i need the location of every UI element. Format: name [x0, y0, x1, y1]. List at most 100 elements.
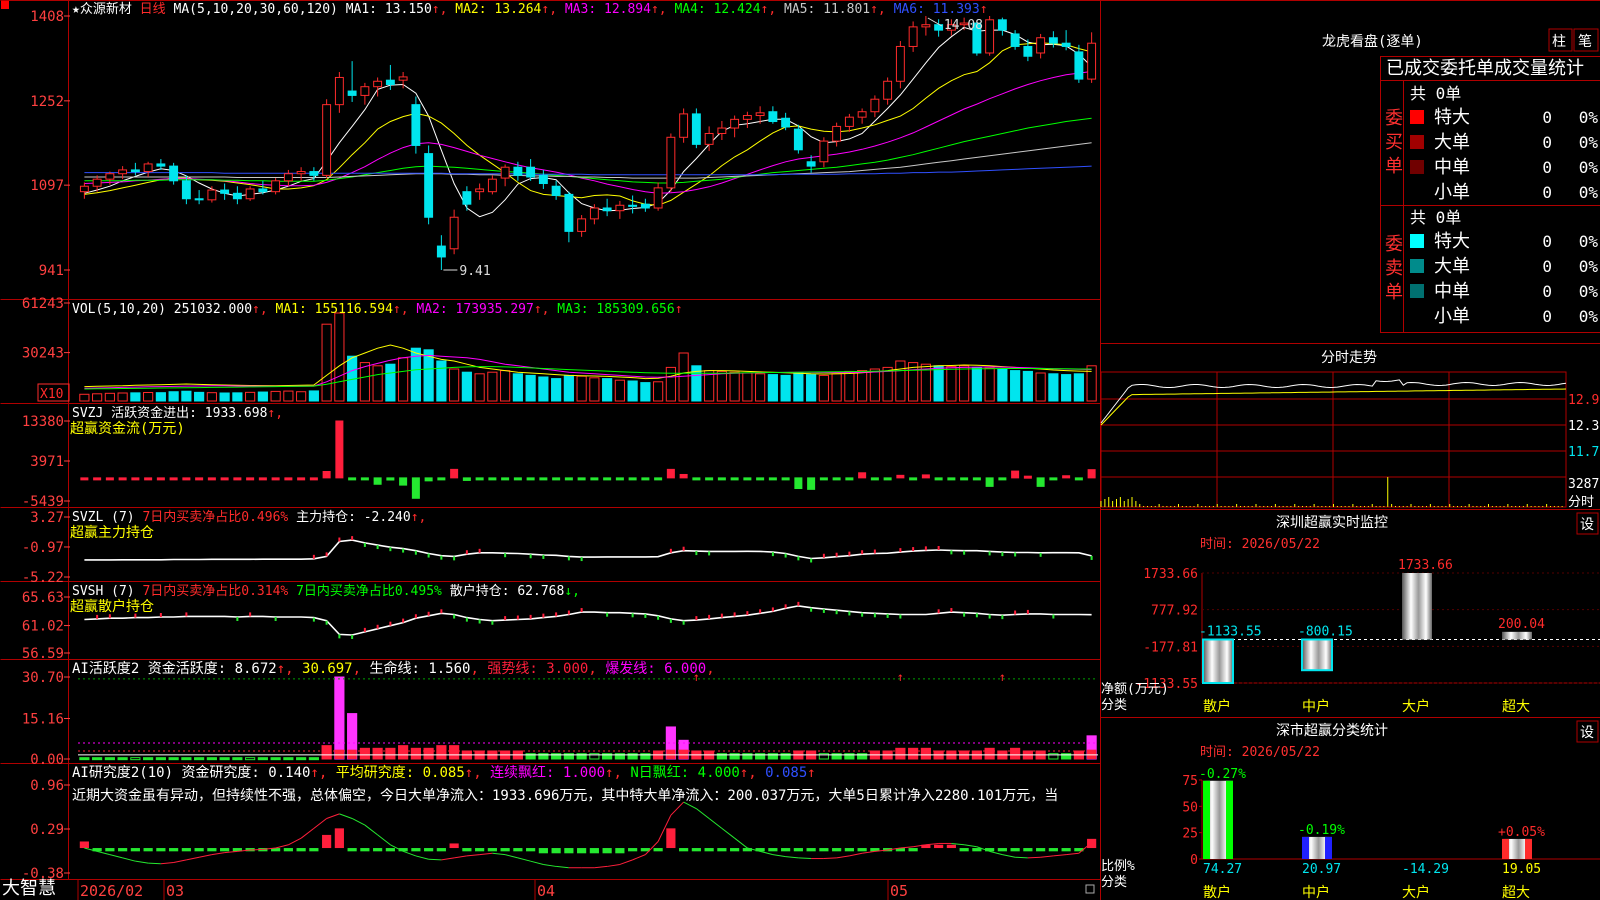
candle[interactable] [1048, 37, 1058, 44]
moneyflow-bar[interactable] [450, 468, 459, 479]
candle[interactable] [640, 203, 650, 209]
candle[interactable] [232, 192, 242, 200]
volume-bar[interactable] [245, 391, 256, 402]
moneyflow-bar[interactable] [271, 477, 280, 481]
volume-bar[interactable] [908, 362, 919, 402]
volume-bar[interactable] [895, 360, 906, 402]
moneyflow-bar[interactable] [80, 477, 89, 481]
research-bar[interactable] [717, 848, 727, 852]
moneyflow-bar[interactable] [348, 477, 357, 481]
research-bar[interactable] [615, 848, 625, 854]
activity-bar[interactable] [232, 757, 243, 761]
volume-bar[interactable] [997, 368, 1008, 402]
moneyflow-bar[interactable] [603, 477, 612, 481]
candle[interactable] [118, 169, 128, 175]
candle[interactable] [1061, 42, 1071, 47]
moneyflow-bar[interactable] [552, 477, 561, 481]
candle[interactable] [717, 127, 727, 134]
volume-bar[interactable] [869, 368, 880, 402]
volume-bar[interactable] [767, 374, 778, 402]
activity-bar[interactable] [984, 747, 995, 760]
candle[interactable] [781, 117, 791, 128]
volume-bar[interactable] [104, 392, 115, 402]
research-bar[interactable] [449, 843, 459, 849]
moneyflow-bar[interactable] [756, 477, 765, 481]
candle[interactable] [207, 189, 217, 201]
research-bar[interactable] [181, 848, 191, 852]
research-bar[interactable] [564, 848, 574, 854]
moneyflow-bar[interactable] [475, 477, 484, 481]
moneyflow-bar[interactable] [284, 477, 293, 481]
candle[interactable] [997, 19, 1007, 31]
moneyflow-bar[interactable] [590, 477, 599, 481]
svzj-panel[interactable]: 133803971-5439SVZJ 活跃资金进出: 1933.698↑,超赢资… [22, 405, 1096, 510]
volume-bar[interactable] [806, 374, 817, 402]
candle[interactable] [1074, 51, 1084, 80]
research-bar[interactable] [169, 848, 179, 852]
research-bar[interactable] [322, 834, 332, 849]
volume-bar[interactable] [474, 373, 485, 402]
candle[interactable] [487, 178, 497, 193]
moneyflow-bar[interactable] [156, 477, 165, 481]
moneyflow-bar[interactable] [437, 477, 446, 481]
volume-bar[interactable] [79, 393, 90, 402]
moneyflow-bar[interactable] [705, 477, 714, 481]
moneyflow-bar[interactable] [93, 477, 102, 481]
volume-bar[interactable] [512, 373, 523, 402]
volume-bar[interactable] [551, 378, 562, 402]
research-bar[interactable] [385, 848, 395, 852]
research-bar[interactable] [143, 848, 153, 852]
volume-bar[interactable] [742, 372, 753, 402]
moneyflow-bar[interactable] [692, 477, 701, 481]
volume-bar[interactable] [640, 382, 651, 402]
candle[interactable] [475, 188, 485, 193]
candle[interactable] [679, 113, 689, 138]
moneyflow-bar[interactable] [985, 477, 994, 487]
candle[interactable] [1087, 42, 1097, 80]
activity-bar[interactable] [920, 747, 931, 760]
volume-bar[interactable] [296, 391, 307, 402]
candle[interactable] [385, 79, 395, 86]
activity-bar[interactable] [104, 757, 115, 761]
research-bar[interactable] [679, 848, 689, 852]
activity-bar[interactable] [436, 745, 447, 760]
ai-research-panel[interactable]: 0.960.29-0.38AI研究度2(10) 资金研究度: 0.140↑, 平… [22, 764, 1097, 882]
candle[interactable] [615, 204, 625, 212]
activity-bar[interactable] [245, 757, 256, 761]
candle[interactable] [1010, 33, 1020, 47]
research-bar[interactable] [551, 848, 561, 854]
research-bar[interactable] [946, 844, 956, 849]
moneyflow-bar[interactable] [1023, 475, 1032, 479]
volume-bar[interactable] [780, 374, 791, 402]
candle[interactable] [755, 112, 765, 117]
activity-bar[interactable] [206, 757, 217, 761]
research-bar[interactable] [296, 848, 306, 852]
research-bar[interactable] [207, 848, 217, 852]
candle[interactable] [844, 116, 854, 127]
research-bar[interactable] [1010, 848, 1020, 852]
moneyflow-bar[interactable] [526, 477, 535, 481]
activity-bar[interactable] [283, 757, 294, 761]
research-bar[interactable] [806, 848, 816, 852]
volume-bar[interactable] [844, 370, 855, 402]
research-bar[interactable] [513, 848, 523, 852]
research-bar[interactable] [589, 848, 599, 854]
ai-activity-panel[interactable]: ↑ ↑ ↑30.7015.160.00AI活跃度2 资金活跃度: 8.672↑, 3… [22, 660, 1098, 768]
sz-bar[interactable] [1402, 573, 1432, 640]
volume-bar[interactable] [283, 390, 294, 402]
volume-bar[interactable] [755, 373, 766, 402]
volume-panel[interactable]: 6124330243X10VOL(5,10,20) 251032.000↑, M… [22, 296, 1097, 402]
research-bar[interactable] [997, 848, 1007, 852]
candle[interactable] [870, 98, 880, 113]
research-bar[interactable] [373, 848, 383, 852]
volume-bar[interactable] [563, 374, 574, 402]
candle[interactable] [373, 80, 383, 88]
candle[interactable] [398, 76, 408, 81]
candle[interactable] [589, 207, 599, 220]
candle[interactable] [857, 111, 867, 118]
candle[interactable] [271, 180, 281, 193]
candle[interactable] [653, 187, 663, 209]
research-bar[interactable] [462, 848, 472, 852]
research-bar[interactable] [283, 848, 293, 852]
activity-bar[interactable] [181, 757, 192, 761]
